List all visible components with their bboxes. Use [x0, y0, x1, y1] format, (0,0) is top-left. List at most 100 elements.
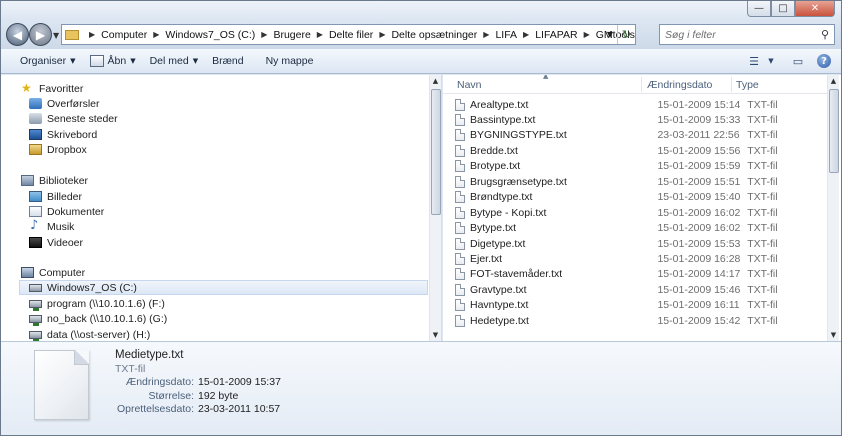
file-row[interactable]: Bytype.txt 15-01-2009 16:02 TXT-fil [455, 220, 827, 235]
file-row[interactable]: Hedetype.txt 15-01-2009 15:42 TXT-fil [455, 313, 827, 328]
file-row[interactable]: Brugsgrænsetype.txt 15-01-2009 15:51 TXT-f… [455, 174, 827, 189]
search-icon[interactable]: ⚲ [816, 25, 834, 44]
address-bar[interactable]: ▶ Computer ▶ Windows7_OS (C:) ▶ Brugere … [61, 24, 636, 45]
chevron-right-icon[interactable]: ▶ [523, 30, 529, 39]
file-row[interactable]: Ejer.txt 15-01-2009 16:28 TXT-fil [455, 251, 827, 266]
chevron-right-icon[interactable]: ▶ [379, 30, 385, 39]
details-created-value[interactable]: 23-03-2011 10:57 [198, 403, 280, 415]
details-modified-value[interactable]: 15-01-2009 15:37 [198, 376, 281, 388]
network-drive-icon [29, 299, 42, 311]
file-row[interactable]: Brøndtype.txt 15-01-2009 15:40 TXT-fil [455, 189, 827, 204]
nav-item-drive-f[interactable]: program (\\10.10.1.6) (F:) [29, 296, 165, 311]
chevron-right-icon[interactable]: ▶ [483, 30, 489, 39]
burn-button[interactable]: Brænd [206, 51, 250, 72]
file-date: 15-01-2009 15:14 [657, 98, 741, 111]
nav-item-drive-g[interactable]: no_back (\\10.10.1.6) (G:) [29, 311, 167, 326]
help-button[interactable]: ? [813, 51, 835, 71]
chevron-right-icon[interactable]: ▶ [584, 30, 590, 39]
nav-label: Favoritter [39, 82, 84, 95]
share-button[interactable]: Del med ▼ [144, 51, 205, 72]
scroll-thumb[interactable] [829, 89, 839, 173]
file-row[interactable]: FOT-stavemåder.txt 15-01-2009 14:17 TXT-fi… [455, 266, 827, 281]
column-header-name[interactable]: Navn [457, 79, 482, 91]
close-button[interactable]: ✕ [795, 1, 835, 17]
file-date: 15-01-2009 16:02 [657, 221, 741, 234]
nav-item-drive-c[interactable]: Windows7_OS (C:) [19, 280, 428, 295]
breadcrumb-brugere[interactable]: Brugere [273, 29, 310, 41]
scroll-up-icon[interactable]: ▲ [828, 75, 839, 87]
pictures-icon [29, 191, 42, 202]
nav-computer-header[interactable]: Computer [21, 265, 85, 280]
nav-item-recent-places[interactable]: Seneste steder [29, 111, 118, 126]
text-file-icon [455, 98, 465, 111]
column-divider[interactable] [731, 77, 732, 92]
text-file-icon [455, 314, 465, 327]
scroll-up-icon[interactable]: ▲ [430, 75, 441, 87]
scroll-down-icon[interactable]: ▼ [430, 329, 441, 341]
column-header-date[interactable]: Ændringsdato [647, 79, 712, 91]
open-button[interactable]: Åbn ▼ [84, 51, 142, 72]
breadcrumb-delte-filer[interactable]: Delte filer [329, 29, 373, 41]
file-list-scrollbar[interactable]: ▲ ▼ [827, 75, 839, 341]
new-folder-button[interactable]: Ny mappe [260, 51, 320, 72]
chevron-down-icon[interactable]: ▼ [765, 51, 777, 71]
view-options-icon[interactable]: ☰ [743, 51, 765, 71]
nav-item-documents[interactable]: Dokumenter [29, 204, 104, 219]
file-type: TXT-fil [747, 252, 778, 265]
nav-item-downloads[interactable]: Overførsler [29, 96, 100, 111]
scroll-down-icon[interactable]: ▼ [828, 329, 839, 341]
organize-button[interactable]: Organiser ▼ [14, 51, 82, 72]
nav-libraries-header[interactable]: Biblioteker [21, 173, 88, 188]
address-dropdown-icon[interactable]: ▼ [603, 25, 617, 44]
breadcrumb-lifa[interactable]: LIFA [495, 29, 517, 41]
column-header-type[interactable]: Type [736, 79, 759, 91]
breadcrumb-delte-opsaetninger[interactable]: Delte opsætninger [391, 29, 477, 41]
chevron-right-icon[interactable]: ▶ [261, 30, 267, 39]
breadcrumb-lifapar[interactable]: LIFAPAR [535, 29, 577, 41]
nav-item-drive-h[interactable]: data (\\ost-server) (H:) [29, 327, 150, 341]
search-placeholder[interactable]: Søg i felter [660, 29, 816, 41]
nav-item-videos[interactable]: Videoer [29, 235, 83, 250]
file-date: 15-01-2009 15:42 [657, 314, 741, 327]
libraries-icon [21, 175, 34, 186]
navigation-scrollbar[interactable]: ▲ ▼ [429, 75, 441, 341]
file-row[interactable]: Bredde.txt 15-01-2009 15:56 TXT-fil [455, 143, 827, 158]
scroll-thumb[interactable] [431, 89, 441, 215]
column-divider[interactable] [641, 77, 642, 92]
file-date: 15-01-2009 16:28 [657, 252, 741, 265]
minimize-button[interactable]: — [747, 1, 771, 17]
file-name: FOT-stavemåder.txt [470, 267, 563, 280]
breadcrumb-drive[interactable]: Windows7_OS (C:) [165, 29, 255, 41]
computer-icon [21, 267, 34, 278]
file-row[interactable]: Gravtype.txt 15-01-2009 15:46 TXT-fil [455, 282, 827, 297]
file-date: 15-01-2009 14:17 [657, 267, 741, 280]
search-box[interactable]: Søg i felter ⚲ [659, 24, 835, 45]
preview-pane-icon[interactable]: ▭ [787, 51, 809, 71]
nav-item-desktop[interactable]: Skrivebord [29, 127, 97, 142]
nav-item-dropbox[interactable]: Dropbox [29, 142, 87, 157]
file-type: TXT-fil [747, 314, 778, 327]
recent-pages-dropdown-icon[interactable]: ▼ [53, 31, 59, 40]
chevron-right-icon[interactable]: ▶ [89, 30, 95, 39]
nav-item-music[interactable]: Musik [29, 218, 74, 234]
text-file-icon [455, 144, 465, 157]
chevron-right-icon[interactable]: ▶ [317, 30, 323, 39]
file-row[interactable]: Bytype - Kopi.txt 15-01-2009 16:02 TXT-fil [455, 205, 827, 220]
maximize-button[interactable]: □ [771, 1, 795, 17]
file-row[interactable]: BYGNINGSTYPE.txt 23-03-2011 22:56 TXT-fil [455, 127, 827, 142]
refresh-icon[interactable]: ↻ [617, 25, 635, 44]
breadcrumb-computer[interactable]: Computer [101, 29, 147, 41]
downloads-icon [29, 98, 42, 109]
back-button[interactable]: ◀ [6, 23, 29, 46]
file-row[interactable]: Havntype.txt 15-01-2009 16:11 TXT-fil [455, 297, 827, 312]
file-row[interactable]: Digetype.txt 15-01-2009 15:53 TXT-fil [455, 236, 827, 251]
nav-favorites-header[interactable]: ★ Favoritter [21, 81, 83, 96]
file-row[interactable]: Arealtype.txt 15-01-2009 15:14 TXT-fil [455, 97, 827, 112]
file-row[interactable]: Brotype.txt 15-01-2009 15:59 TXT-fil [455, 158, 827, 173]
chevron-right-icon[interactable]: ▶ [153, 30, 159, 39]
file-type: TXT-fil [747, 175, 778, 188]
file-row[interactable]: Bassintype.txt 15-01-2009 15:33 TXT-fil [455, 112, 827, 127]
nav-item-pictures[interactable]: Billeder [29, 189, 82, 204]
star-icon: ★ [21, 81, 32, 95]
forward-button[interactable]: ▶ [29, 23, 52, 46]
